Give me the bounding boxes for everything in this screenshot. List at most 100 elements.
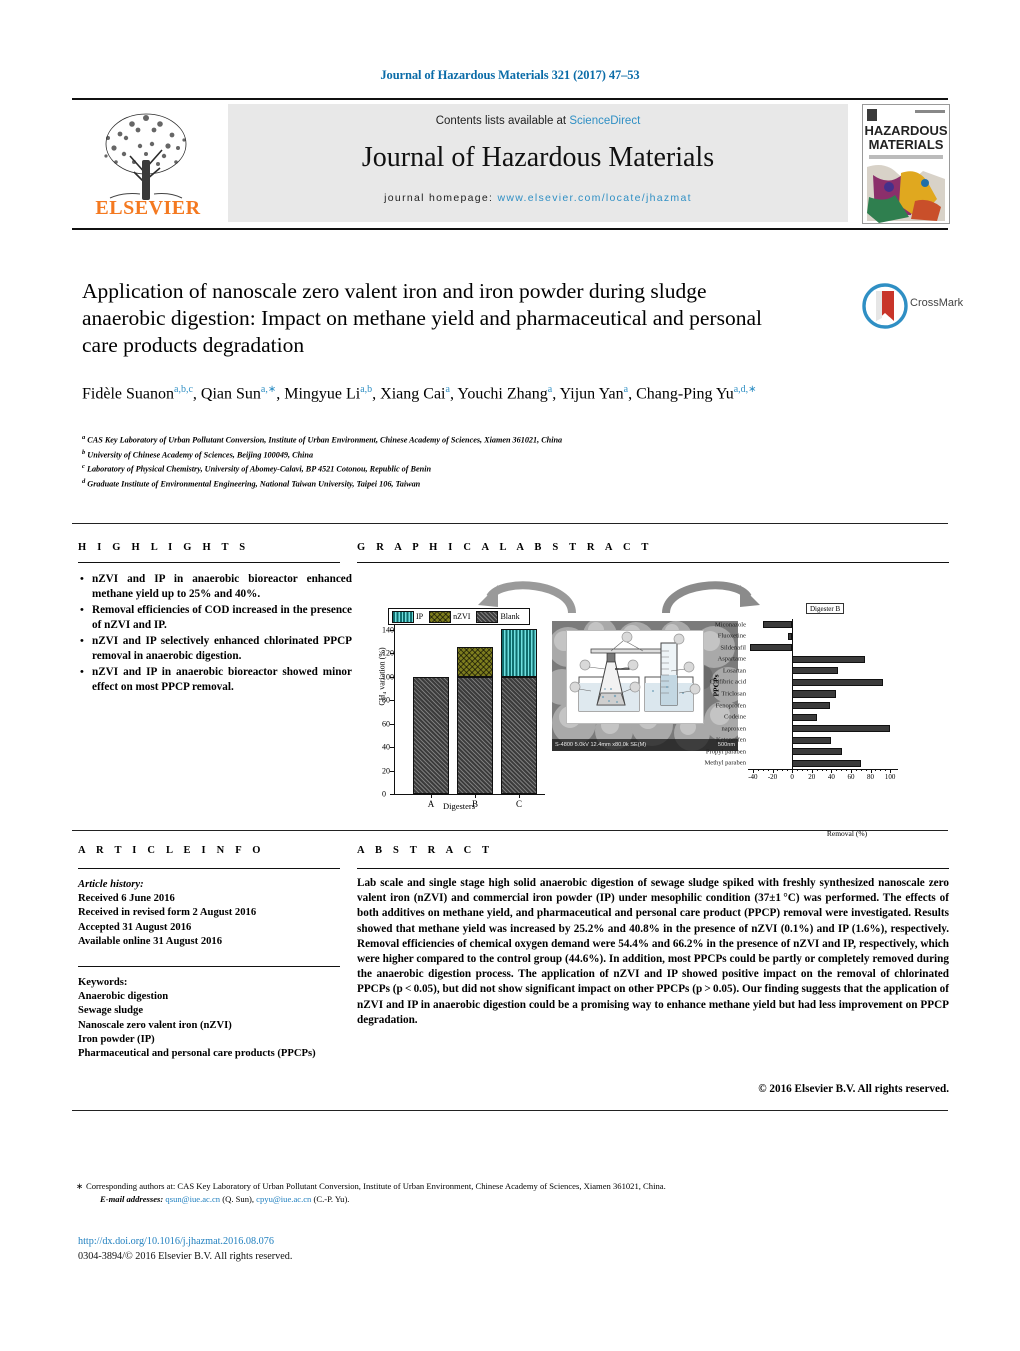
article-history-item: Accepted 31 August 2016: [78, 921, 192, 933]
bar-chart-x-tick: [519, 794, 520, 798]
hbar-category-label: Miconazole: [714, 621, 746, 629]
highlight-item: nZVI and IP in anaerobic bioreactor show…: [80, 665, 352, 695]
methane-yield-bar-chart: CH₄ variation (%) Digesters IP nZVI Blan…: [370, 608, 548, 811]
journal-cover-thumbnail: HAZARDOUS MATERIALS: [862, 104, 950, 224]
hbar-category-label: Propyl paraben: [705, 748, 746, 756]
bar-chart-y-tick-label: 40: [382, 742, 390, 752]
abstract-copyright: © 2016 Elsevier B.V. All rights reserved…: [758, 1083, 949, 1095]
hbar-x-minor-tick: [821, 769, 823, 772]
hbar-x-minor-tick: [836, 769, 838, 772]
bar-chart-x-tick: [431, 794, 432, 798]
keywords-block: Keywords: Anaerobic digestion Sewage sludg…: [78, 976, 340, 1061]
paper-page: Journal of Hazardous Materials 321 (2017…: [0, 0, 1020, 1351]
hbar-bar: [792, 690, 837, 698]
author-list: Fidèle Suanona,b,c, Qian Suna,∗, Mingyue…: [82, 384, 757, 403]
affiliation-list: a CAS Key Laboratory of Urban Pollutant …: [82, 432, 882, 490]
affiliation-item: a CAS Key Laboratory of Urban Pollutant …: [82, 432, 882, 447]
hbar-x-minor-tick: [757, 769, 759, 772]
cover-art: HAZARDOUS MATERIALS: [863, 105, 949, 223]
highlights-rule: [78, 562, 340, 563]
bar-chart-y-tick: [390, 700, 395, 702]
crossmark-icon: [862, 283, 908, 329]
journal-homepage-line: journal homepage: www.elsevier.com/locat…: [228, 192, 848, 204]
author-name: Fidèle Suanon: [82, 385, 174, 403]
svg-text:HAZARDOUS: HAZARDOUS: [864, 123, 947, 138]
hbar-x-tick-label: 80: [867, 773, 875, 781]
hbar-plot-area: Miconazole Fluoxetine Sildenafil Aspartame L…: [704, 619, 898, 781]
hbar-category-label: Triclosan: [721, 690, 746, 698]
keyword-item: Sewage sludge: [78, 1005, 144, 1017]
affiliation-text: CAS Key Laboratory of Urban Pollutant Co…: [85, 435, 563, 445]
hbar-bar: [792, 759, 861, 767]
hbar-x-minor-tick: [762, 769, 764, 772]
curved-arrow-right-icon: [662, 581, 760, 614]
email-owner-2: (C.-P. Yu).: [313, 1194, 350, 1204]
legend-swatch-nzvi: [429, 610, 452, 623]
ppcp-removal-bar-chart: Digester B PPCPs Removal (%) Miconazole F…: [704, 603, 946, 838]
hbar-x-tick-label: 20: [808, 773, 816, 781]
footnote-asterisk: ∗: [76, 1181, 84, 1191]
author-affiliation-marker: a,∗: [260, 384, 277, 395]
hbar-x-minor-tick: [816, 769, 818, 772]
hbar-chart-title: Digester B: [806, 603, 845, 614]
hbar-x-minor-tick: [841, 769, 843, 772]
article-info-rule: [78, 868, 340, 869]
hbar-x-minor-tick: [797, 769, 799, 772]
hbar-category-label: Methyl paraben: [704, 759, 746, 767]
contents-available-line: Contents lists available at ScienceDirec…: [228, 115, 848, 127]
bar-chart-y-tick-label: 0: [382, 789, 386, 799]
hbar-category-label: Aspartame: [717, 655, 746, 663]
hbar-x-minor-tick: [787, 769, 789, 772]
highlight-item: nZVI and IP selectively enhanced chlorin…: [80, 634, 352, 664]
hbar-x-minor-tick: [826, 769, 828, 772]
article-history-label: Article history:: [78, 879, 144, 890]
article-history-item: Received 6 June 2016: [78, 893, 175, 905]
keywords-label: Keywords:: [78, 977, 128, 988]
keywords-rule: [78, 966, 340, 967]
hbar-category-label: Losartan: [722, 667, 746, 675]
email-addresses-label: E-mail addresses:: [100, 1194, 164, 1204]
article-info-heading: A R T I C L E I N F O: [78, 845, 265, 856]
email-link-2[interactable]: cpyu@iue.ac.cn: [256, 1194, 311, 1204]
legend-label-blank: Blank: [500, 612, 520, 621]
hbar-category-label: Fenoprofen: [715, 702, 746, 710]
hbar-bar: [792, 736, 832, 744]
crossmark-badge[interactable]: CrossMark: [862, 283, 963, 329]
hbar-bar: [792, 667, 839, 675]
affiliation-item: d Graduate Institute of Environmental En…: [82, 476, 882, 491]
doi-link[interactable]: http://dx.doi.org/10.1016/j.jhazmat.2016…: [78, 1236, 274, 1247]
hbar-category-label: Clofibric acid: [709, 678, 746, 686]
bar-chart-legend: IP nZVI Blank: [388, 608, 530, 625]
corresponding-author-footnote: ∗ Corresponding authors at: CAS Key Labo…: [76, 1180, 948, 1206]
bar-chart-y-tick: [390, 747, 395, 749]
hbar-bar: [792, 678, 884, 687]
hbar-x-tick-label: 40: [827, 773, 835, 781]
svg-text:MATERIALS: MATERIALS: [869, 137, 944, 152]
sem-micrograph: S-4800 5.0kV 12.4mm x80.0k SE(M) 500nm: [552, 621, 738, 751]
hbar-bar: [762, 621, 793, 629]
bar-segment-blank: [457, 676, 493, 794]
abstract-heading: A B S T R A C T: [357, 845, 494, 856]
hbar-bar: [792, 655, 865, 663]
article-history-block: Article history: Received 6 June 2016 Rece…: [78, 878, 340, 949]
highlight-item: nZVI and IP in anaerobic bioreactor enha…: [80, 572, 352, 602]
masthead-banner: Contents lists available at ScienceDirec…: [228, 104, 848, 222]
bar-segment-ip: [501, 628, 537, 677]
email-link-1[interactable]: qsun@iue.ac.cn: [165, 1194, 220, 1204]
hbar-bar: [792, 713, 817, 721]
sciencedirect-link[interactable]: ScienceDirect: [569, 115, 640, 127]
elsevier-logo: ELSEVIER: [74, 104, 222, 222]
contents-prefix: Contents lists available at: [435, 115, 570, 127]
bar-segment-blank: [413, 676, 449, 794]
hbar-x-minor-tick: [885, 769, 887, 772]
highlights-heading: H I G H L I G H T S: [78, 542, 250, 553]
journal-homepage-link[interactable]: www.elsevier.com/locate/jhazmat: [497, 192, 691, 204]
graphical-abstract-rule: [357, 562, 949, 563]
hbar-x-minor-tick: [846, 769, 848, 772]
bar-chart-y-tick: [390, 794, 395, 795]
page-title: Application of nanoscale zero valent iro…: [82, 279, 762, 357]
elsevier-wordmark: ELSEVIER: [95, 197, 201, 219]
bar-chart-plot-area: 0 20 40 60 80 100 120 140 A B C: [382, 624, 545, 809]
corresponding-author-text: Corresponding authors at: CAS Key Labora…: [86, 1181, 666, 1191]
hbar-x-tick-label: 0: [790, 773, 794, 781]
